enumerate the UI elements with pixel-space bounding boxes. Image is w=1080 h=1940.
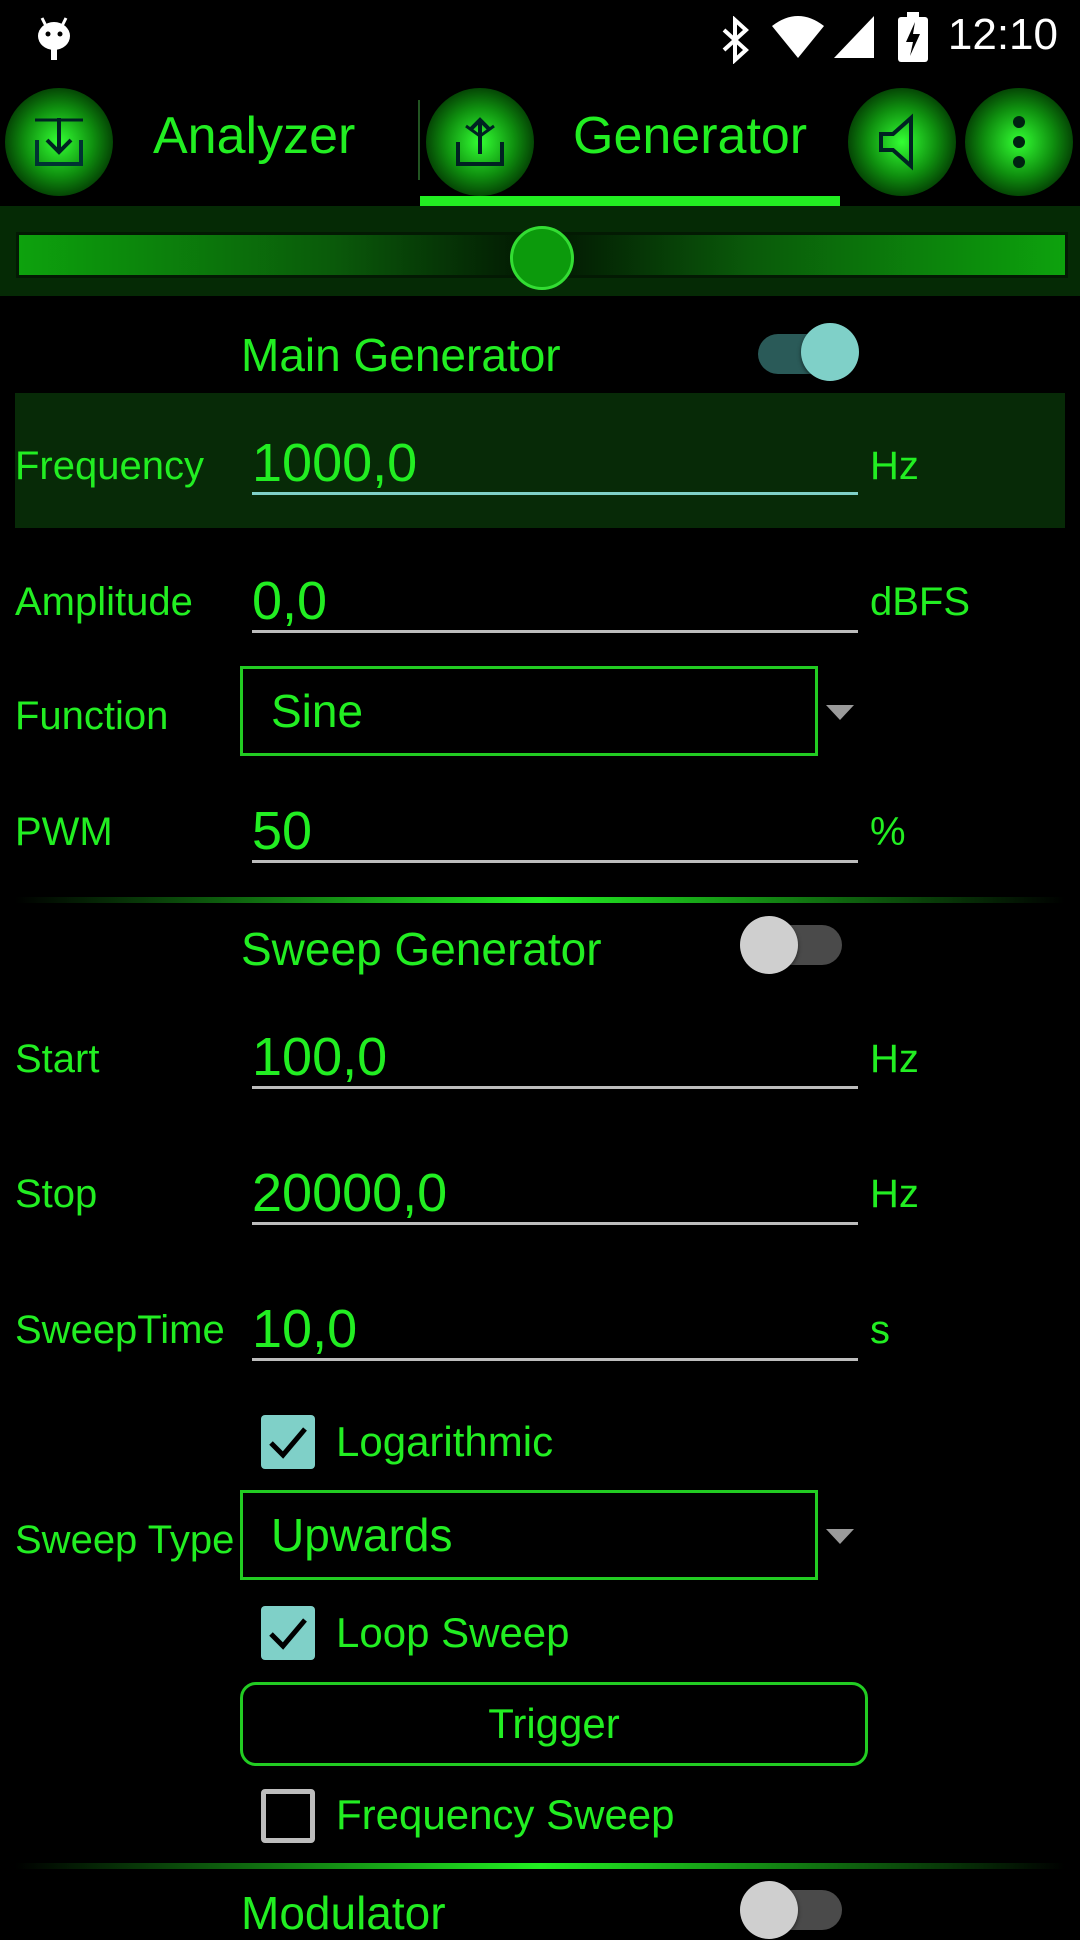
toggle-thumb: [740, 1881, 798, 1939]
status-clock: 12:10: [947, 10, 1058, 59]
cell-signal-icon: [834, 16, 874, 58]
speaker-icon: [879, 113, 913, 171]
logarithmic-checkbox[interactable]: [261, 1415, 315, 1469]
section-divider: [15, 1863, 1065, 1869]
pwm-unit: %: [870, 810, 906, 854]
tab-analyzer[interactable]: Analyzer: [153, 106, 355, 166]
checkmark-icon: [269, 1427, 307, 1459]
toggle-thumb: [740, 916, 798, 974]
frequency-input[interactable]: 1000,0: [252, 432, 858, 495]
checkmark-icon: [269, 1618, 307, 1650]
level-slider-thumb[interactable]: [510, 226, 574, 290]
bluetooth-icon: [722, 16, 749, 64]
tab-divider: [418, 100, 420, 180]
speaker-button[interactable]: [848, 88, 956, 196]
sweep-generator-title: Sweep Generator: [241, 923, 602, 975]
chevron-down-icon[interactable]: [826, 705, 854, 720]
main-generator-title: Main Generator: [241, 329, 561, 381]
stop-label: Stop: [15, 1172, 98, 1216]
start-input[interactable]: 100,0: [252, 1026, 858, 1089]
pwm-input[interactable]: 50: [252, 800, 858, 863]
pwm-label: PWM: [15, 810, 113, 854]
frequency-sweep-checkbox[interactable]: [261, 1789, 315, 1843]
logarithmic-label[interactable]: Logarithmic: [336, 1418, 553, 1466]
modulator-title: Modulator: [241, 1887, 446, 1939]
wifi-icon: [772, 16, 824, 58]
import-icon: [35, 118, 83, 166]
overflow-menu-button[interactable]: [965, 88, 1073, 196]
sweep-type-label: Sweep Type: [15, 1518, 235, 1562]
tab-bar: Analyzer Generator: [0, 80, 1080, 206]
sweeptime-label: SweepTime: [15, 1308, 225, 1352]
tab-analyzer-icon-button[interactable]: [5, 88, 113, 196]
function-select[interactable]: Sine: [240, 666, 818, 756]
sweep-type-select[interactable]: Upwards: [240, 1490, 818, 1580]
function-label: Function: [15, 694, 169, 738]
share-icon: [456, 117, 504, 166]
start-label: Start: [15, 1037, 100, 1081]
android-debug-icon: [38, 17, 70, 60]
frequency-sweep-label[interactable]: Frequency Sweep: [336, 1791, 675, 1839]
frequency-label: Frequency: [15, 444, 204, 488]
trigger-button[interactable]: Trigger: [240, 1682, 868, 1766]
amplitude-unit: dBFS: [870, 580, 971, 624]
section-divider: [15, 897, 1065, 903]
tab-generator-icon-button[interactable]: [426, 88, 534, 196]
amplitude-label: Amplitude: [15, 580, 193, 624]
amplitude-input[interactable]: 0,0: [252, 570, 858, 633]
loop-sweep-label[interactable]: Loop Sweep: [336, 1609, 570, 1657]
tab-generator[interactable]: Generator: [573, 106, 807, 166]
sweeptime-unit: s: [870, 1308, 890, 1352]
chevron-down-icon[interactable]: [826, 1529, 854, 1544]
stop-input[interactable]: 20000,0: [252, 1162, 858, 1225]
tab-selected-indicator: [420, 196, 840, 206]
battery-charging-icon: [898, 12, 928, 62]
status-bar: 12:10: [0, 0, 1080, 80]
level-slider-band: [0, 206, 1080, 296]
loop-sweep-checkbox[interactable]: [261, 1606, 315, 1660]
stop-unit: Hz: [870, 1172, 919, 1216]
overflow-menu-icon: [1013, 116, 1025, 168]
start-unit: Hz: [870, 1037, 919, 1081]
frequency-unit: Hz: [870, 444, 919, 488]
sweeptime-input[interactable]: 10,0: [252, 1298, 858, 1361]
toggle-thumb: [801, 323, 859, 381]
